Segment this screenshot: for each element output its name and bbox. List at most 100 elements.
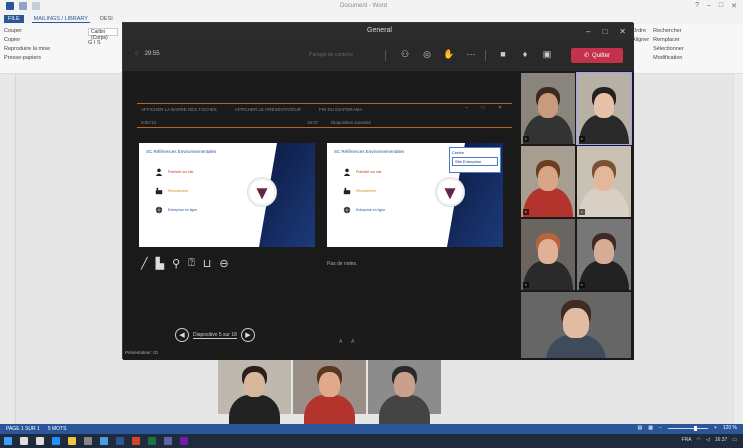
subtitles-icon[interactable]: ⍰ [188,257,195,270]
more-options-icon[interactable]: ⊖ [219,257,228,270]
clipboard-group: Couper Copier Reproduire la mise Presse-… [4,28,50,61]
explorer-icon[interactable] [68,437,76,445]
participant-video-tile[interactable]: ▪ [577,146,631,217]
bold-italic-underline[interactable]: G I S [88,40,101,46]
copy-button[interactable]: Copier [4,37,50,43]
tab-file[interactable]: FILE [4,15,24,23]
onenote-icon[interactable] [180,437,188,445]
zoom-level[interactable]: 120 % [723,425,737,431]
replace-button[interactable]: Remplacer [653,37,684,43]
search-icon[interactable] [20,437,28,445]
participant-body [523,188,573,217]
powerpoint-icon[interactable] [132,437,140,445]
arrange-align[interactable]: Aligner [632,37,649,43]
slideshow-timer: 0:00:12 [141,120,157,125]
teams-icon[interactable] [164,437,172,445]
people-icon[interactable]: ⚇ [399,49,411,61]
vertical-scrollbar[interactable] [733,74,743,424]
find-button[interactable]: Rechercher [653,28,684,34]
participant-face [537,238,559,264]
system-tray: FRA ◠ ◁ 16:37 ▭ [682,437,737,443]
display-settings-button[interactable]: AFFICHER LE PRÉSENTATEUR [235,107,301,112]
text-size-controls[interactable]: A A [339,339,359,345]
mail-icon[interactable] [100,437,108,445]
presenter-view-window-controls[interactable]: – □ ✕ [465,105,508,111]
teams-window-controls: – □ ✕ [586,27,626,36]
slides-icon[interactable]: ⊔ [203,257,212,270]
zoom-slider-thumb[interactable] [693,425,697,431]
undo-icon[interactable] [19,2,27,10]
slide-counter[interactable]: Diapositive 5 sur 18 [193,332,237,339]
participant-video-tile[interactable] [521,292,631,358]
chat-icon[interactable]: ◎ [421,49,433,61]
close-button[interactable]: ✕ [731,2,737,10]
mic-icon[interactable]: ♦ [519,49,531,61]
zoom-slider[interactable] [667,425,708,431]
participant-video-tile[interactable] [293,359,366,448]
notifications-icon[interactable]: ▭ [732,437,737,443]
current-slide[interactable]: SC Références Environnementales Publicit… [139,143,315,247]
participant-video-tile[interactable]: ▪ [521,73,575,144]
windows-taskbar: FRA ◠ ◁ 16:37 ▭ [0,434,743,448]
speaker-notes[interactable]: Pas de notes. [327,261,358,267]
teams-maximize-button[interactable]: □ [602,27,607,36]
edge-icon[interactable] [52,437,60,445]
participant-face [563,307,589,338]
slide-navigation: ◀ Diapositive 5 sur 18 ▶ [175,328,255,342]
camera-icon[interactable]: ■ [497,49,509,61]
font-name-select[interactable]: Calibri (Corps) [88,28,118,41]
print-layout-icon[interactable]: ▦ [648,425,653,431]
word-count[interactable]: 5 MOTS [48,426,67,432]
wifi-icon[interactable]: ◠ [697,437,701,443]
clock[interactable]: 16:37 [715,437,728,443]
tab-design[interactable]: DESI [98,16,115,22]
previous-slide-button[interactable]: ◀ [175,328,189,342]
meeting-toolbar: ◌ 29:55 Partage de contenu ⚇ ◎ ✋ ⋯ ■ ♦ ▣… [123,41,634,71]
participant-video-tile[interactable]: ▪ [576,72,632,145]
teams-minimize-button[interactable]: – [586,27,590,36]
select-button[interactable]: Sélectionner [653,46,684,52]
participant-video-tile[interactable]: ▪ [521,146,575,217]
end-slideshow-button[interactable]: FIN DU DIAPORAMA [319,107,362,112]
word-icon[interactable] [116,437,124,445]
participant-video-tile[interactable] [368,359,441,448]
excel-icon[interactable] [148,437,156,445]
slide-row: Publicité sur site [343,168,381,176]
next-slide-preview[interactable]: SC Références Environnementales Publicit… [327,143,503,247]
raise-hand-icon[interactable]: ✋ [443,49,455,61]
cut-button[interactable]: Couper [4,28,50,34]
redo-icon[interactable] [32,2,40,10]
show-taskbar-button[interactable]: AFFICHER LA BARRE DES TÂCHES [141,107,217,112]
word-titlebar: Document - Word ? – □ ✕ [0,0,743,14]
minimize-button[interactable]: – [707,2,711,10]
tab-mailings[interactable]: MAILINGS / LIBRARY [31,16,90,23]
store-icon[interactable] [84,437,92,445]
windows-start-icon[interactable] [4,437,12,445]
participant-video-tile[interactable] [218,359,291,448]
zoom-out-button[interactable]: − [659,425,662,431]
zoom-in-button[interactable]: + [714,425,717,431]
task-view-icon[interactable] [36,437,44,445]
teams-close-button[interactable]: ✕ [619,27,626,36]
help-button[interactable]: ? [695,2,699,10]
view-zoom-controls: ▤ ▦ − + 120 % [638,425,738,431]
leave-button[interactable]: ✆ Quitter [571,48,623,63]
slide-row-label: Entreprise en ligne [356,208,386,212]
volume-icon[interactable]: ◁ [706,437,710,443]
teams-titlebar: General – □ ✕ [123,23,634,41]
next-slide-button[interactable]: ▶ [240,328,255,342]
save-icon[interactable] [6,2,14,10]
format-painter-button[interactable]: Reproduire la mise [4,46,50,52]
participant-video-tile[interactable]: ▪ [577,219,631,290]
read-mode-icon[interactable]: ▤ [638,425,643,431]
zoom-icon[interactable]: ⚲ [172,257,180,270]
laser-icon[interactable]: ▙ [156,257,164,270]
language-indicator[interactable]: FRA [682,437,692,443]
participant-video-tile[interactable]: ▪ [521,219,575,290]
more-icon[interactable]: ⋯ [465,49,477,61]
arrange-order[interactable]: Ordre [632,28,649,34]
maximize-button[interactable]: □ [719,2,723,10]
page-count[interactable]: PAGE 1 SUR 1 [6,426,40,432]
share-icon[interactable]: ▣ [541,49,553,61]
pen-icon[interactable]: ╱ [141,257,148,270]
